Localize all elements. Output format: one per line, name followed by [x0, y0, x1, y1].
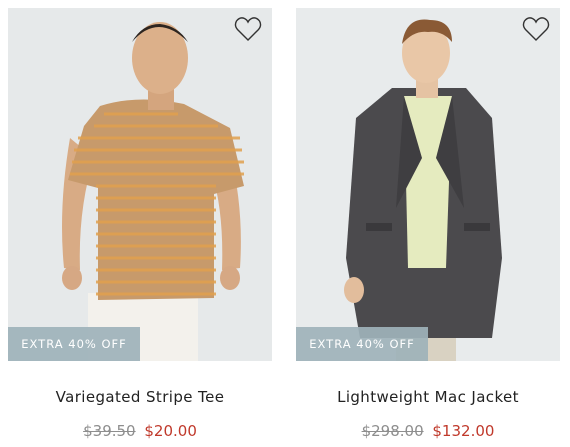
product-photo [8, 8, 272, 361]
favorite-button[interactable] [234, 16, 262, 42]
product-image[interactable]: EXTRA 40% OFF [296, 8, 560, 361]
price-row: $298.00 $132.00 [296, 422, 560, 440]
product-card[interactable]: EXTRA 40% OFF Variegated Stripe Tee $39.… [8, 8, 272, 440]
heart-outline-icon [234, 17, 262, 41]
product-card[interactable]: EXTRA 40% OFF Lightweight Mac Jacket $29… [296, 8, 560, 440]
original-price: $39.50 [83, 422, 136, 440]
sale-price: $132.00 [432, 422, 495, 440]
promo-badge: EXTRA 40% OFF [296, 327, 428, 361]
promo-badge: EXTRA 40% OFF [8, 327, 140, 361]
favorite-button[interactable] [522, 16, 550, 42]
product-name[interactable]: Variegated Stripe Tee [8, 388, 272, 406]
product-image[interactable]: EXTRA 40% OFF [8, 8, 272, 361]
product-name[interactable]: Lightweight Mac Jacket [296, 388, 560, 406]
heart-outline-icon [522, 17, 550, 41]
original-price: $298.00 [361, 422, 424, 440]
product-photo [296, 8, 560, 361]
price-row: $39.50 $20.00 [8, 422, 272, 440]
sale-price: $20.00 [144, 422, 197, 440]
